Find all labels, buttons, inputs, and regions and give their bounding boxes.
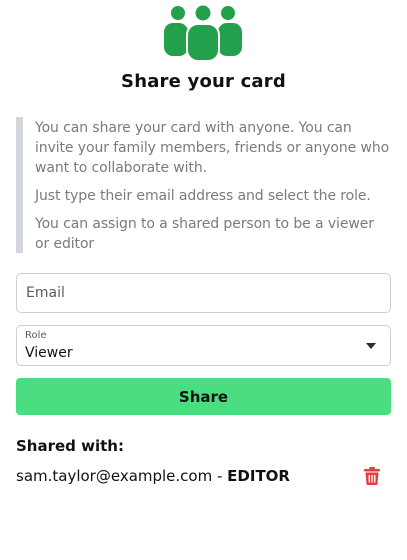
- info-callout: You can share your card with anyone. You…: [16, 117, 390, 253]
- shared-separator: -: [212, 467, 228, 485]
- share-button[interactable]: Share: [16, 378, 391, 415]
- info-paragraph: Just type their email address and select…: [35, 188, 371, 204]
- trash-icon[interactable]: [364, 467, 380, 485]
- shared-entry: sam.taylor@example.com - EDITOR: [16, 467, 290, 485]
- info-paragraph: You can assign to a shared person to be …: [35, 216, 374, 252]
- page-title: Share your card: [121, 71, 286, 92]
- shared-email: sam.taylor@example.com: [16, 467, 213, 485]
- shared-with-heading: Shared with:: [16, 437, 124, 455]
- users-group-icon: [164, 4, 242, 62]
- role-value: Viewer: [25, 345, 73, 361]
- shared-role: EDITOR: [227, 467, 290, 485]
- role-label: Role: [25, 330, 47, 341]
- role-select[interactable]: Role Viewer: [16, 325, 391, 366]
- email-field[interactable]: [16, 273, 391, 313]
- shared-list-item: sam.taylor@example.com - EDITOR: [16, 465, 391, 489]
- info-paragraph: You can share your card with anyone. You…: [35, 120, 390, 176]
- caret-down-icon: [366, 343, 376, 349]
